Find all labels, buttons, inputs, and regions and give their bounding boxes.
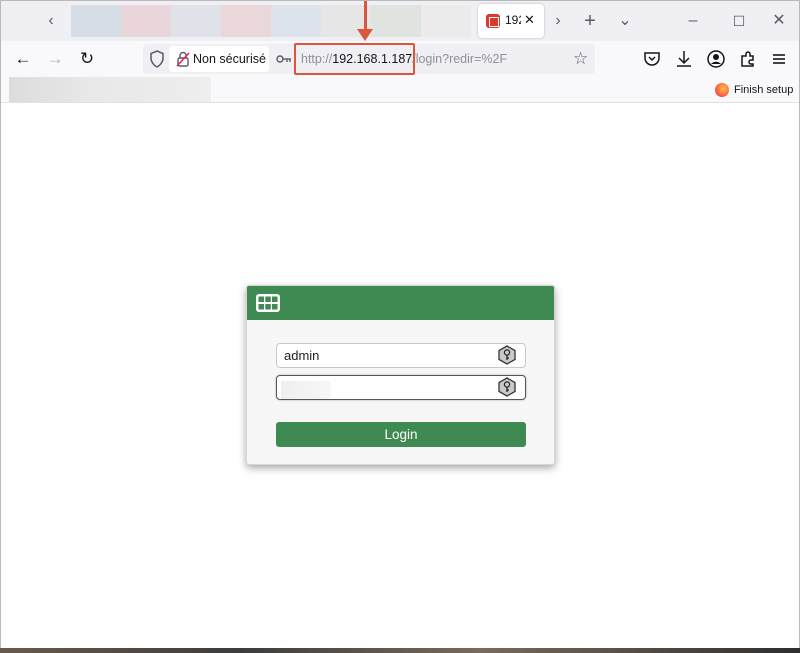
security-indicator[interactable]: Non sécurisé bbox=[169, 46, 269, 72]
back-button[interactable]: ← bbox=[11, 47, 35, 71]
annotation-highlight-box bbox=[294, 43, 415, 75]
forward-button[interactable]: → bbox=[43, 47, 67, 71]
download-icon[interactable] bbox=[672, 47, 696, 71]
annotation-arrow-shaft bbox=[364, 1, 367, 31]
blurred-bookmarks bbox=[9, 77, 211, 102]
extensions-icon[interactable] bbox=[736, 47, 760, 71]
fortinet-favicon-icon bbox=[486, 14, 500, 28]
login-header bbox=[247, 286, 554, 320]
annotation-arrow-icon bbox=[357, 29, 373, 41]
finish-setup-label: Finish setup bbox=[734, 84, 794, 96]
navigation-toolbar: ← → ↻ Non sécurisé http://192.168.1.187/… bbox=[1, 41, 799, 77]
username-input[interactable] bbox=[276, 343, 526, 368]
tab-strip: ‹ 192 ✕ › + ⌄ – ☐ ✕ bbox=[1, 1, 799, 41]
list-all-tabs-button[interactable]: ⌄ bbox=[613, 9, 637, 33]
finish-setup-button[interactable]: Finish setup bbox=[715, 82, 793, 98]
maximize-button[interactable]: ☐ bbox=[727, 9, 751, 33]
key-icon[interactable] bbox=[276, 52, 292, 66]
bookmarks-toolbar: Finish setup bbox=[1, 77, 799, 103]
login-button[interactable]: Login bbox=[276, 422, 526, 447]
url-path: /login?redir=%2F bbox=[412, 52, 508, 66]
star-icon[interactable]: ☆ bbox=[573, 49, 588, 69]
password-input[interactable] bbox=[276, 375, 526, 400]
login-card: Login bbox=[246, 285, 555, 465]
new-tab-button[interactable]: + bbox=[578, 9, 602, 33]
pocket-icon[interactable] bbox=[640, 47, 664, 71]
tab-active[interactable]: 192 ✕ bbox=[478, 4, 544, 38]
blurred-tabs bbox=[71, 5, 471, 37]
menu-icon[interactable] bbox=[767, 47, 791, 71]
url-bar[interactable]: Non sécurisé http://192.168.1.187/login?… bbox=[143, 43, 595, 75]
desktop-background-strip bbox=[0, 648, 800, 653]
lock-warning-icon bbox=[176, 51, 190, 67]
tab-title: 192 bbox=[505, 13, 521, 27]
tab-close-icon[interactable]: ✕ bbox=[524, 12, 535, 28]
account-icon[interactable] bbox=[704, 47, 728, 71]
fortinet-logo bbox=[256, 294, 280, 312]
browser-window: ‹ 192 ✕ › + ⌄ – ☐ ✕ ← → ↻ bbox=[0, 0, 800, 649]
window-close-button[interactable]: ✕ bbox=[767, 9, 791, 33]
tab-scroll-right-button[interactable]: › bbox=[546, 9, 570, 33]
reload-button[interactable]: ↻ bbox=[75, 47, 99, 71]
firefox-logo-icon bbox=[715, 83, 729, 97]
tab-scroll-left-button[interactable]: ‹ bbox=[39, 9, 63, 33]
security-label: Non sécurisé bbox=[193, 52, 266, 66]
shield-icon[interactable] bbox=[149, 50, 165, 68]
minimize-button[interactable]: – bbox=[681, 9, 705, 33]
